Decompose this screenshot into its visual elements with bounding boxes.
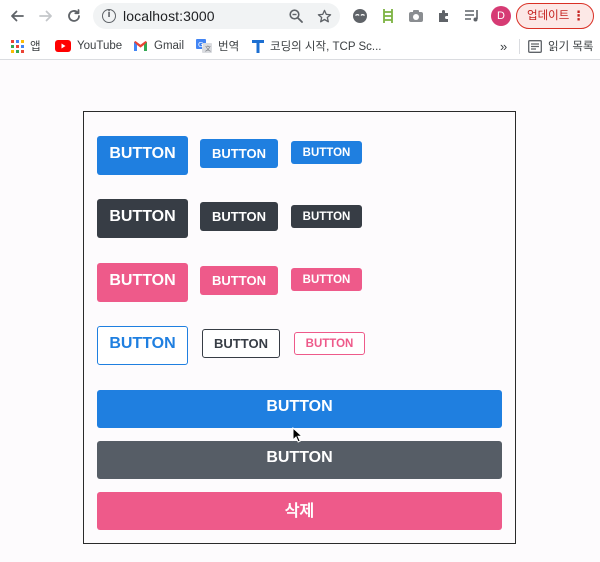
bookmark-label: YouTube	[77, 40, 123, 52]
reading-list-icon	[528, 39, 542, 53]
camera-icon[interactable]	[406, 6, 426, 26]
bookmark-apps[interactable]: 앱	[11, 37, 41, 55]
back-arrow-icon[interactable]	[5, 4, 29, 28]
site-info-icon[interactable]: i	[102, 9, 116, 23]
bookmark-label: Gmail	[154, 40, 185, 52]
address-bar[interactable]: i localhost:3000	[93, 3, 340, 29]
mouse-cursor-icon	[292, 427, 304, 443]
zoom-icon[interactable]	[286, 6, 306, 26]
extension-mask-icon[interactable]	[350, 6, 370, 26]
bookmark-tcp-school[interactable]: 코딩의 시작, TCP Sc...	[252, 37, 381, 55]
svg-text:G: G	[198, 41, 203, 49]
browser-toolbar: i localhost:3000 D 업데이트 ⋮	[0, 0, 600, 32]
blue-medium-button[interactable]: BUTTON	[200, 139, 278, 168]
bookmark-label: 앱	[30, 41, 41, 53]
pink-small-button[interactable]: BUTTON	[291, 268, 362, 291]
blue-small-button[interactable]: BUTTON	[291, 141, 362, 164]
media-queue-icon[interactable]	[462, 6, 482, 26]
youtube-icon	[55, 40, 71, 52]
update-button[interactable]: 업데이트 ⋮	[516, 3, 594, 29]
reload-icon[interactable]	[62, 4, 86, 28]
outline-dark-medium-button[interactable]: BUTTON	[202, 329, 280, 358]
pink-large-button[interactable]: BUTTON	[97, 263, 188, 302]
bookmark-youtube[interactable]: YouTube	[55, 37, 122, 55]
address-url: localhost:3000	[123, 8, 215, 24]
outline-pink-small-button[interactable]: BUTTON	[294, 332, 365, 355]
tcp-school-icon	[252, 39, 264, 53]
full-width-blue-button[interactable]: BUTTON	[97, 390, 502, 428]
outline-blue-large-button[interactable]: BUTTON	[97, 326, 188, 365]
bookmark-label: 코딩의 시작, TCP Sc...	[270, 41, 382, 53]
bookmark-gmail[interactable]: Gmail	[133, 37, 184, 55]
blue-large-button[interactable]: BUTTON	[97, 136, 188, 175]
bookmark-label: 번역	[218, 41, 240, 53]
reading-list-button[interactable]: 읽기 목록	[528, 37, 594, 55]
dark-small-button[interactable]: BUTTON	[291, 205, 362, 228]
svg-text:文: 文	[205, 45, 211, 53]
bookmarks-divider	[519, 39, 520, 54]
full-width-gray-button[interactable]: BUTTON	[97, 441, 502, 479]
gmail-icon	[133, 40, 148, 52]
bookmark-star-icon[interactable]	[314, 6, 334, 26]
translate-icon: G文	[196, 38, 212, 54]
bookmarks-overflow-icon[interactable]: »	[500, 37, 507, 55]
extension-ladder-icon[interactable]	[378, 6, 398, 26]
bookmark-translate[interactable]: G文 번역	[196, 37, 239, 55]
pink-medium-button[interactable]: BUTTON	[200, 266, 278, 295]
reading-list-label: 읽기 목록	[548, 41, 594, 53]
delete-button[interactable]: 삭제	[97, 492, 502, 530]
profile-avatar[interactable]: D	[491, 6, 511, 26]
update-label: 업데이트	[527, 10, 570, 22]
forward-arrow-icon[interactable]	[34, 4, 58, 28]
puzzle-extensions-icon[interactable]	[434, 6, 454, 26]
dark-large-button[interactable]: BUTTON	[97, 199, 188, 238]
dark-medium-button[interactable]: BUTTON	[200, 202, 278, 231]
apps-grid-icon	[11, 39, 24, 53]
bookmarks-bar: 앱 YouTube Gmail G文 번역 코딩의 시작, TCP Sc... …	[0, 32, 600, 60]
kebab-menu-icon[interactable]: ⋮	[572, 4, 585, 28]
